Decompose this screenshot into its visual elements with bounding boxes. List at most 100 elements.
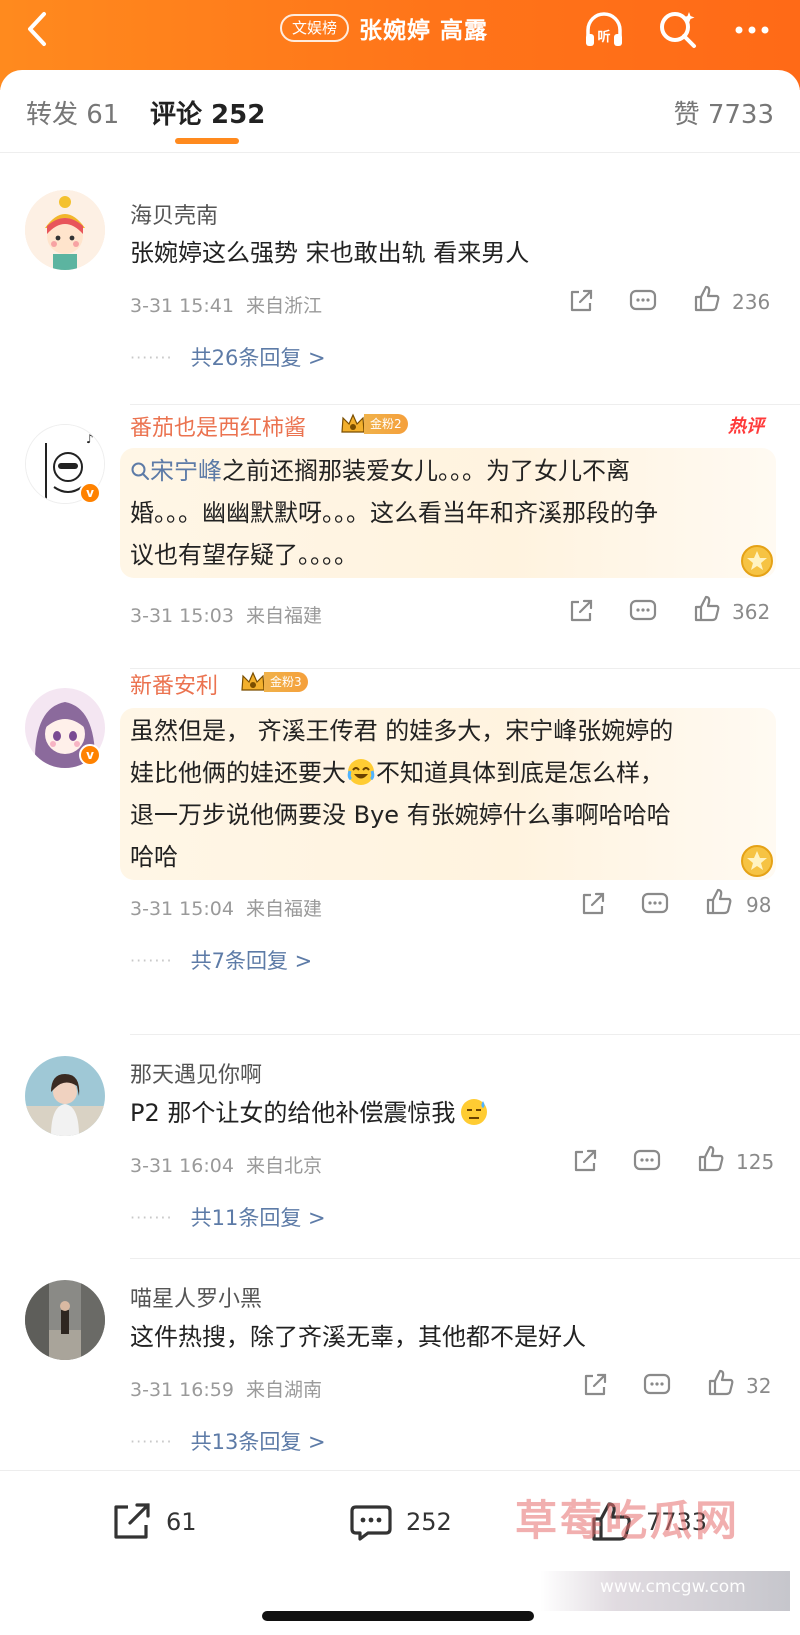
reply-button[interactable]	[628, 286, 658, 316]
comment-time: 3-31 15:04	[130, 898, 234, 920]
like-count: 32	[746, 1374, 772, 1398]
username[interactable]: 海贝壳南	[130, 198, 218, 230]
crown-icon	[241, 671, 265, 691]
tab-comment[interactable]: 评论 252	[150, 94, 265, 131]
tab-bar: 转发 61 评论 252 赞 7733	[0, 72, 800, 152]
like-button[interactable]	[704, 887, 734, 917]
more-button[interactable]	[730, 8, 774, 52]
comment-icon	[629, 289, 657, 311]
search-icon	[660, 12, 696, 48]
comment-location: 来自福建	[246, 898, 323, 920]
comment-line: 议也有望存疑了。。。。	[130, 541, 358, 569]
comment-button[interactable]: 252	[348, 1499, 452, 1545]
headphones-icon: 听	[586, 12, 622, 46]
page-title: 张婉婷 高露	[359, 18, 489, 44]
home-indicator[interactable]	[262, 1611, 534, 1621]
like-count: 236	[732, 290, 771, 314]
avatar[interactable]	[25, 1280, 105, 1360]
search-button[interactable]	[656, 8, 700, 52]
thumbs-up-icon	[708, 1369, 734, 1396]
username[interactable]: 喵星人罗小黑	[130, 1281, 262, 1313]
view-replies-link[interactable]: ······· 共7条回复 >	[130, 945, 312, 975]
reply-button[interactable]	[628, 596, 658, 626]
comment-text: 虽然但是， 齐溪王传君 的娃多大，宋宁峰张婉婷的 娃比他俩的娃还要大 不知道具体到…	[130, 710, 770, 878]
verified-badge: v	[79, 482, 101, 504]
like-count: 125	[736, 1150, 775, 1174]
sweat-emoji-icon	[461, 1099, 488, 1125]
tab-active-indicator	[175, 138, 239, 144]
comment-meta: 3-31 16:04 来自北京	[130, 1151, 322, 1178]
avatar-image	[25, 190, 105, 270]
comment-icon	[643, 1373, 671, 1395]
comment-line: 虽然但是， 齐溪王传君 的娃多大，宋宁峰张婉婷的	[130, 717, 674, 745]
repost-button[interactable]: 61	[108, 1499, 197, 1545]
username[interactable]: 那天遇见你啊	[130, 1057, 262, 1089]
tab-repost[interactable]: 转发 61	[26, 94, 119, 131]
svg-text:♪: ♪	[86, 432, 94, 446]
avatar-image	[25, 1280, 105, 1360]
share-button[interactable]	[566, 286, 596, 316]
fan-level: 金粉3	[264, 672, 308, 692]
reply-button[interactable]	[642, 1370, 672, 1400]
fan-badge: 金粉3	[240, 670, 308, 694]
reply-button[interactable]	[640, 889, 670, 919]
comment-location: 来自浙江	[246, 295, 323, 317]
view-replies-link[interactable]: ······· 共11条回复 >	[130, 1202, 326, 1232]
thumbs-up-icon	[694, 595, 720, 622]
reply-dots: ·······	[130, 1207, 173, 1227]
topic-link-text: 宋宁峰	[150, 457, 222, 485]
like-count: 362	[732, 600, 771, 624]
share-icon	[574, 1149, 597, 1172]
share-button[interactable]	[566, 596, 596, 626]
avatar[interactable]	[25, 1056, 105, 1136]
header-title-group[interactable]: 文娱榜 张婉婷 高露	[280, 12, 488, 44]
comment-line-rest: 之前还搁那装爱女儿。。。为了女儿不离	[222, 457, 630, 485]
comment-icon	[633, 1149, 661, 1171]
comment-line: 娃比他俩的娃还要大 不知道具体到底是怎么样，	[130, 752, 770, 794]
divider	[0, 152, 800, 153]
watermark-text: 草莓吃瓜网	[515, 1496, 741, 1545]
comment-icon	[629, 599, 657, 621]
like-button[interactable]	[692, 284, 722, 314]
divider	[130, 1258, 800, 1259]
comment-meta: 3-31 15:03 来自福建	[130, 601, 322, 628]
tab-like[interactable]: 赞 7733	[674, 94, 774, 131]
repost-icon	[114, 1503, 150, 1539]
comment-meta: 3-31 16:59 来自湖南	[130, 1375, 322, 1402]
divider	[130, 668, 800, 669]
share-icon	[570, 599, 593, 622]
thumbs-up-icon	[706, 888, 732, 915]
comment-icon	[350, 1505, 392, 1541]
back-button[interactable]	[14, 4, 64, 54]
like-button[interactable]	[692, 594, 722, 624]
share-button[interactable]	[578, 889, 608, 919]
search-icon	[131, 462, 149, 480]
comment-text: 张婉婷这么强势 宋也敢出轨 看来男人	[130, 239, 530, 267]
username[interactable]: 新番安利	[130, 668, 218, 700]
chevron-left-icon	[28, 12, 46, 46]
avatar[interactable]	[25, 190, 105, 270]
reply-button[interactable]	[632, 1146, 662, 1176]
username[interactable]: 番茄也是西红柿酱	[130, 410, 306, 442]
like-button[interactable]	[696, 1144, 726, 1174]
view-replies-link[interactable]: ······· 共13条回复 >	[130, 1426, 326, 1456]
replies-label: 共11条回复 >	[190, 1206, 326, 1230]
like-button[interactable]	[706, 1368, 736, 1398]
watermark-url: www.cmcgw.com	[600, 1577, 746, 1597]
replies-label: 共26条回复 >	[190, 346, 326, 370]
listen-button[interactable]: 听	[582, 8, 626, 52]
divider	[130, 404, 800, 405]
verified-badge: v	[79, 744, 101, 766]
comment-time: 3-31 15:41	[130, 295, 234, 317]
more-icon	[735, 26, 769, 34]
comment-line: 婚。。。幽幽默默呀。。。这么看当年和齐溪那段的争	[130, 499, 658, 527]
medal-icon	[741, 545, 773, 577]
comment-line: 哈哈	[130, 843, 178, 871]
reply-dots: ·······	[130, 1431, 173, 1451]
topic-link[interactable]: 宋宁峰	[130, 457, 222, 485]
share-button[interactable]	[580, 1370, 610, 1400]
fan-badge: 金粉2	[340, 412, 408, 436]
share-button[interactable]	[570, 1146, 600, 1176]
view-replies-link[interactable]: ······· 共26条回复 >	[130, 342, 326, 372]
comment-location: 来自北京	[246, 1155, 323, 1177]
